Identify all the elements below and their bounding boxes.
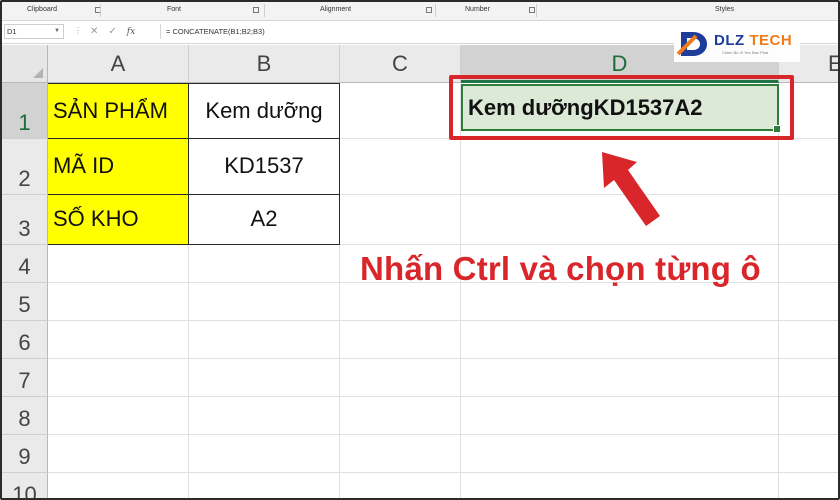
row-header-7[interactable]: 7 bbox=[2, 359, 48, 397]
grid-cell[interactable] bbox=[779, 435, 838, 473]
ribbon-separator bbox=[264, 4, 265, 17]
grid-cell[interactable] bbox=[461, 359, 779, 397]
grid-cell[interactable] bbox=[48, 435, 189, 473]
grid-cell[interactable] bbox=[48, 321, 189, 359]
grid-cell[interactable] bbox=[48, 359, 189, 397]
chevron-down-icon[interactable]: ▼ bbox=[54, 25, 60, 38]
logo-tagline: Chinh Bo Vi Yeu Ban Phai bbox=[722, 50, 769, 55]
formula-bar-icons: ✕ ✓ fx bbox=[90, 24, 135, 39]
cell-d1-value: Kem dưỡngKD1537A2 bbox=[468, 95, 703, 120]
row-header-1[interactable]: 1 bbox=[2, 83, 48, 139]
grid-cell[interactable] bbox=[189, 473, 340, 498]
ribbon-group-label: Styles bbox=[715, 6, 735, 13]
grid-cell[interactable] bbox=[48, 283, 189, 321]
row-header-10[interactable]: 10 bbox=[2, 473, 48, 498]
cell-c2[interactable] bbox=[340, 139, 461, 195]
grid-cell[interactable] bbox=[48, 245, 189, 283]
ribbon-group-number: Number bbox=[465, 6, 535, 16]
ribbon-separator bbox=[435, 4, 436, 17]
column-header-a[interactable]: A bbox=[48, 45, 189, 83]
row-header-5[interactable]: 5 bbox=[2, 283, 48, 321]
grid-cell[interactable] bbox=[48, 473, 189, 498]
instruction-annotation: Nhấn Ctrl và chọn từng ô bbox=[360, 250, 761, 287]
row-header-6[interactable]: 6 bbox=[2, 321, 48, 359]
ribbon-group-labels: Clipboard Font Alignment Number Styles bbox=[2, 2, 838, 21]
cell-a3[interactable]: SỐ KHO bbox=[48, 195, 189, 245]
grid-cell[interactable] bbox=[340, 321, 461, 359]
grid-cell[interactable] bbox=[461, 397, 779, 435]
formula-bar-divider bbox=[160, 24, 161, 39]
grid-cell[interactable] bbox=[48, 397, 189, 435]
grid-cell[interactable] bbox=[189, 283, 340, 321]
grid-cell[interactable] bbox=[779, 283, 838, 321]
grid-cell[interactable] bbox=[779, 245, 838, 283]
ribbon-group-font: Font bbox=[167, 6, 267, 16]
ribbon-group-clipboard: Clipboard bbox=[27, 6, 101, 16]
fill-handle[interactable] bbox=[773, 125, 781, 133]
name-box-value: D1 bbox=[7, 27, 17, 36]
row-header-8[interactable]: 8 bbox=[2, 397, 48, 435]
grid-cell[interactable] bbox=[340, 473, 461, 498]
cell-a2[interactable]: MÃ ID bbox=[48, 139, 189, 195]
cell-c3[interactable] bbox=[340, 195, 461, 245]
ribbon-group-label: Clipboard bbox=[27, 6, 57, 13]
ribbon-separator bbox=[100, 4, 101, 17]
cell-a1[interactable]: SẢN PHẨM bbox=[48, 83, 189, 139]
function-icon[interactable]: fx bbox=[127, 27, 135, 37]
ribbon-separator bbox=[536, 4, 537, 17]
formula-input[interactable]: = CONCATENATE(B1;B2;B3) bbox=[166, 25, 265, 38]
dialog-launcher-icon[interactable] bbox=[529, 7, 535, 13]
cell-b1[interactable]: Kem dưỡng bbox=[189, 83, 340, 139]
grid-cell[interactable] bbox=[189, 359, 340, 397]
ribbon-group-alignment: Alignment bbox=[320, 6, 440, 16]
excel-window: Clipboard Font Alignment Number Styles D… bbox=[0, 0, 840, 500]
grid-cell[interactable] bbox=[779, 359, 838, 397]
row-header-9[interactable]: 9 bbox=[2, 435, 48, 473]
logo-wordmark: DLZ TECH bbox=[714, 32, 793, 49]
dlz-tech-logo: DLZ TECH Chinh Bo Vi Yeu Ban Phai bbox=[674, 26, 800, 62]
grid-cell[interactable] bbox=[340, 397, 461, 435]
ribbon-group-label: Number bbox=[465, 6, 490, 13]
cell-d1-selected[interactable]: Kem dưỡngKD1537A2 bbox=[461, 84, 781, 133]
grid-cell[interactable] bbox=[779, 321, 838, 359]
grid-cell[interactable] bbox=[779, 473, 838, 498]
row-header-3[interactable]: 3 bbox=[2, 195, 48, 245]
pointer-arrow-icon bbox=[602, 152, 660, 226]
grid-cell[interactable] bbox=[340, 283, 461, 321]
drag-handle-icon[interactable]: ⋮ bbox=[74, 26, 82, 35]
cell-b3[interactable]: A2 bbox=[189, 195, 340, 245]
ribbon-group-styles: Styles bbox=[715, 6, 755, 16]
grid-cell[interactable] bbox=[461, 321, 779, 359]
column-header-c[interactable]: C bbox=[340, 45, 461, 83]
grid-cell[interactable] bbox=[461, 283, 779, 321]
cell-e2[interactable] bbox=[779, 139, 838, 195]
confirm-icon[interactable]: ✓ bbox=[108, 26, 116, 37]
cell-e3[interactable] bbox=[779, 195, 838, 245]
grid-cell[interactable] bbox=[461, 435, 779, 473]
ribbon-group-label: Alignment bbox=[320, 6, 352, 13]
row-header-4[interactable]: 4 bbox=[2, 245, 48, 283]
dialog-launcher-icon[interactable] bbox=[426, 7, 432, 13]
column-header-b[interactable]: B bbox=[189, 45, 340, 83]
grid-cell[interactable] bbox=[189, 321, 340, 359]
grid-cell[interactable] bbox=[189, 435, 340, 473]
name-box[interactable]: D1 ▼ bbox=[4, 24, 64, 39]
grid-cell[interactable] bbox=[340, 359, 461, 397]
grid-cell[interactable] bbox=[340, 435, 461, 473]
ribbon-group-label: Font bbox=[167, 6, 182, 13]
dialog-launcher-icon[interactable] bbox=[253, 7, 259, 13]
select-all-button[interactable] bbox=[2, 45, 48, 83]
grid-cell[interactable] bbox=[189, 397, 340, 435]
row-header-2[interactable]: 2 bbox=[2, 139, 48, 195]
cancel-icon[interactable]: ✕ bbox=[90, 26, 98, 37]
grid-cell[interactable] bbox=[779, 397, 838, 435]
cell-c1[interactable] bbox=[340, 83, 461, 139]
grid-cell[interactable] bbox=[461, 473, 779, 498]
dlz-logo-icon bbox=[676, 32, 707, 56]
grid-cell[interactable] bbox=[189, 245, 340, 283]
cell-b2[interactable]: KD1537 bbox=[189, 139, 340, 195]
